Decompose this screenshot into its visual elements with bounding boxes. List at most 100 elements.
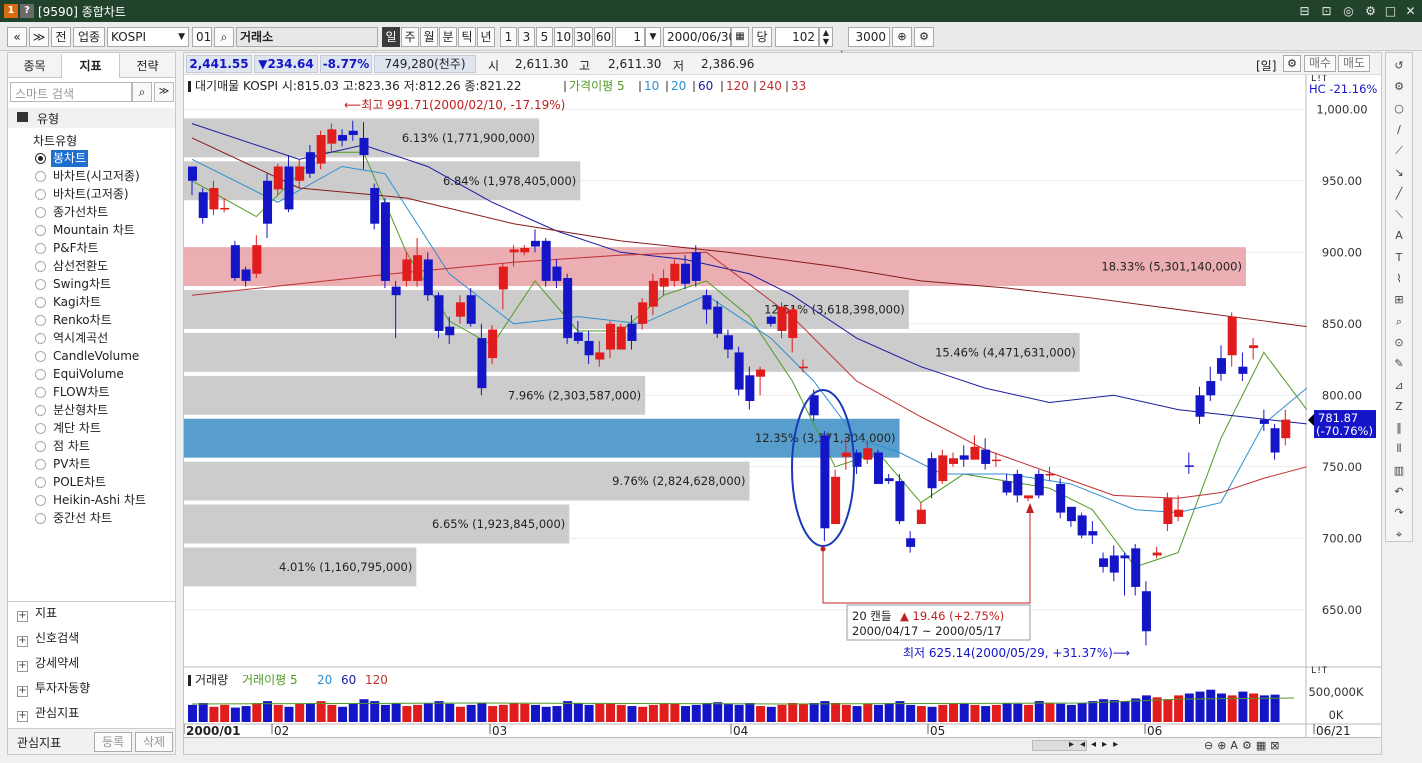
radio-icon[interactable] xyxy=(35,387,46,398)
radio-icon[interactable] xyxy=(35,207,46,218)
radio-icon[interactable] xyxy=(35,153,46,164)
ray-icon[interactable]: ╱ xyxy=(1389,184,1409,204)
period-button[interactable]: 분 xyxy=(439,27,457,47)
interval-button[interactable]: 3 xyxy=(518,27,535,47)
triangle-icon[interactable]: ⊿ xyxy=(1389,376,1409,396)
indicator-group[interactable]: + 지표 xyxy=(17,604,57,622)
radio-icon[interactable] xyxy=(35,477,46,488)
count-input[interactable]: 1 xyxy=(615,27,645,47)
zoom-controls[interactable]: ⊖⊕A⚙▦⊠ xyxy=(1204,739,1283,752)
bars-input[interactable]: 102 xyxy=(775,27,819,47)
interval-button[interactable]: 5 xyxy=(536,27,553,47)
delete-button[interactable]: 삭제 xyxy=(135,732,173,752)
radio-icon[interactable] xyxy=(35,351,46,362)
symbol-select[interactable]: KOSPI ▼ xyxy=(107,27,189,47)
gear-icon[interactable]: ⚙ xyxy=(914,27,934,47)
cursor-icon[interactable]: ⌖ xyxy=(1389,525,1409,545)
code-input[interactable]: 01 xyxy=(192,27,212,47)
settings-icon[interactable]: ⚙ xyxy=(1389,77,1409,97)
window-camera-icon[interactable]: ◎ xyxy=(1340,3,1357,19)
type-group-header[interactable]: 유형 xyxy=(8,108,175,128)
pen-icon[interactable]: ✎ xyxy=(1389,354,1409,374)
reset-icon[interactable]: ↺ xyxy=(1389,56,1409,76)
indicator-group[interactable]: + 신호검색 xyxy=(17,629,79,647)
prev-symbol-button[interactable]: 전 xyxy=(51,27,71,47)
trend-line-icon[interactable]: ⟋ xyxy=(1389,141,1409,161)
angle-line-icon[interactable]: ⟍ xyxy=(1389,205,1409,225)
circle-icon[interactable]: ○ xyxy=(1389,99,1409,119)
zigzag-icon[interactable]: Z xyxy=(1389,397,1409,417)
redo-icon[interactable]: ↷ xyxy=(1389,503,1409,523)
playback-controls[interactable]: ▸◂◂▸▸ xyxy=(1069,739,1124,750)
radio-icon[interactable] xyxy=(35,495,46,506)
radio-icon[interactable] xyxy=(35,369,46,380)
radio-icon[interactable] xyxy=(35,243,46,254)
help-icon[interactable]: ? xyxy=(20,4,34,18)
interval-button[interactable]: 10 xyxy=(554,27,573,47)
zoom-plus-icon[interactable]: ⊕ xyxy=(892,27,912,47)
nav-prev-button[interactable]: « xyxy=(7,27,27,47)
smart-search-input[interactable]: 스마트 검색 xyxy=(10,82,132,102)
fan-icon[interactable]: ▥ xyxy=(1389,461,1409,481)
radio-icon[interactable] xyxy=(35,423,46,434)
magnifier-icon[interactable]: ⊙ xyxy=(1389,333,1409,353)
radio-icon[interactable] xyxy=(35,333,46,344)
indicator-group[interactable]: + 관심지표 xyxy=(17,704,79,722)
multi-line-icon[interactable]: ⦀ xyxy=(1389,439,1409,459)
undo-icon[interactable]: ↶ xyxy=(1389,482,1409,502)
date-input[interactable]: 2000/06/30 xyxy=(663,27,736,47)
arrow-icon[interactable]: ↘ xyxy=(1389,163,1409,183)
nav-menu-button[interactable]: ≫ xyxy=(29,27,49,47)
interval-button[interactable]: 60 xyxy=(594,27,613,47)
line-icon[interactable]: ∕ xyxy=(1389,120,1409,140)
count-dropdown-icon[interactable]: ▼ xyxy=(645,27,661,47)
grid-icon[interactable]: ⊞ xyxy=(1389,290,1409,310)
sell-button[interactable]: 매도 xyxy=(1338,55,1370,72)
window-maximize-icon[interactable]: □ xyxy=(1382,3,1399,19)
indicator-group[interactable]: + 강세약세 xyxy=(17,654,79,672)
window-close-icon[interactable]: ✕ xyxy=(1402,3,1419,19)
zoom-icon[interactable]: ⌕ xyxy=(1389,312,1409,332)
window-minimize-group-icon[interactable]: ⊟ xyxy=(1296,3,1313,19)
radio-icon[interactable] xyxy=(35,459,46,470)
indicator-group[interactable]: + 투자자동향 xyxy=(17,679,90,697)
window-link-icon[interactable]: ⊡ xyxy=(1318,3,1335,19)
radio-icon[interactable] xyxy=(35,297,46,308)
radio-icon[interactable] xyxy=(35,171,46,182)
calendar-icon[interactable]: ▦ xyxy=(731,27,749,47)
radio-icon[interactable] xyxy=(35,405,46,416)
radio-icon[interactable] xyxy=(35,279,46,290)
chart-settings-icon[interactable]: ⚙ xyxy=(1283,55,1301,72)
interval-button[interactable]: 1 xyxy=(500,27,517,47)
bars-spinner[interactable]: ▲ ▼ xyxy=(819,27,833,47)
period-button[interactable]: 일 xyxy=(382,27,400,47)
window-badge[interactable]: 1 xyxy=(4,4,18,18)
radio-icon[interactable] xyxy=(35,315,46,326)
period-button[interactable]: 월 xyxy=(420,27,438,47)
period-button[interactable]: 년 xyxy=(477,27,495,47)
total-input[interactable]: 3000 xyxy=(848,27,890,47)
industry-button[interactable]: 업종 xyxy=(73,27,105,47)
radio-icon[interactable] xyxy=(35,261,46,272)
radio-icon[interactable] xyxy=(35,225,46,236)
fibonacci-icon[interactable]: ⌇ xyxy=(1389,269,1409,289)
window-settings-icon[interactable]: ⚙ xyxy=(1362,3,1379,19)
tab-stock[interactable]: 종목 xyxy=(8,54,62,78)
radio-icon[interactable] xyxy=(35,189,46,200)
text-icon[interactable]: T xyxy=(1389,248,1409,268)
tab-indicator[interactable]: 지표 xyxy=(62,54,120,78)
auto-trend-icon[interactable]: A xyxy=(1389,226,1409,246)
tab-strategy[interactable]: 전략 xyxy=(120,54,175,78)
bar-icon[interactable]: ‖ xyxy=(1389,418,1409,438)
register-button[interactable]: 등록 xyxy=(94,732,132,752)
buy-button[interactable]: 매수 xyxy=(1304,55,1336,72)
radio-icon[interactable] xyxy=(35,513,46,524)
search-icon[interactable]: ⌕ xyxy=(214,27,234,47)
period-button[interactable]: 주 xyxy=(401,27,419,47)
price-chart[interactable]: 6.13% (1,771,900,000)6.84% (1,978,405,00… xyxy=(184,75,1381,738)
interval-button[interactable]: 30 xyxy=(574,27,593,47)
expand-chevron-icon[interactable]: ≫ xyxy=(154,82,174,102)
search-icon[interactable]: ⌕ xyxy=(132,82,152,102)
current-button[interactable]: 당 xyxy=(752,27,772,47)
period-button[interactable]: 틱 xyxy=(458,27,476,47)
